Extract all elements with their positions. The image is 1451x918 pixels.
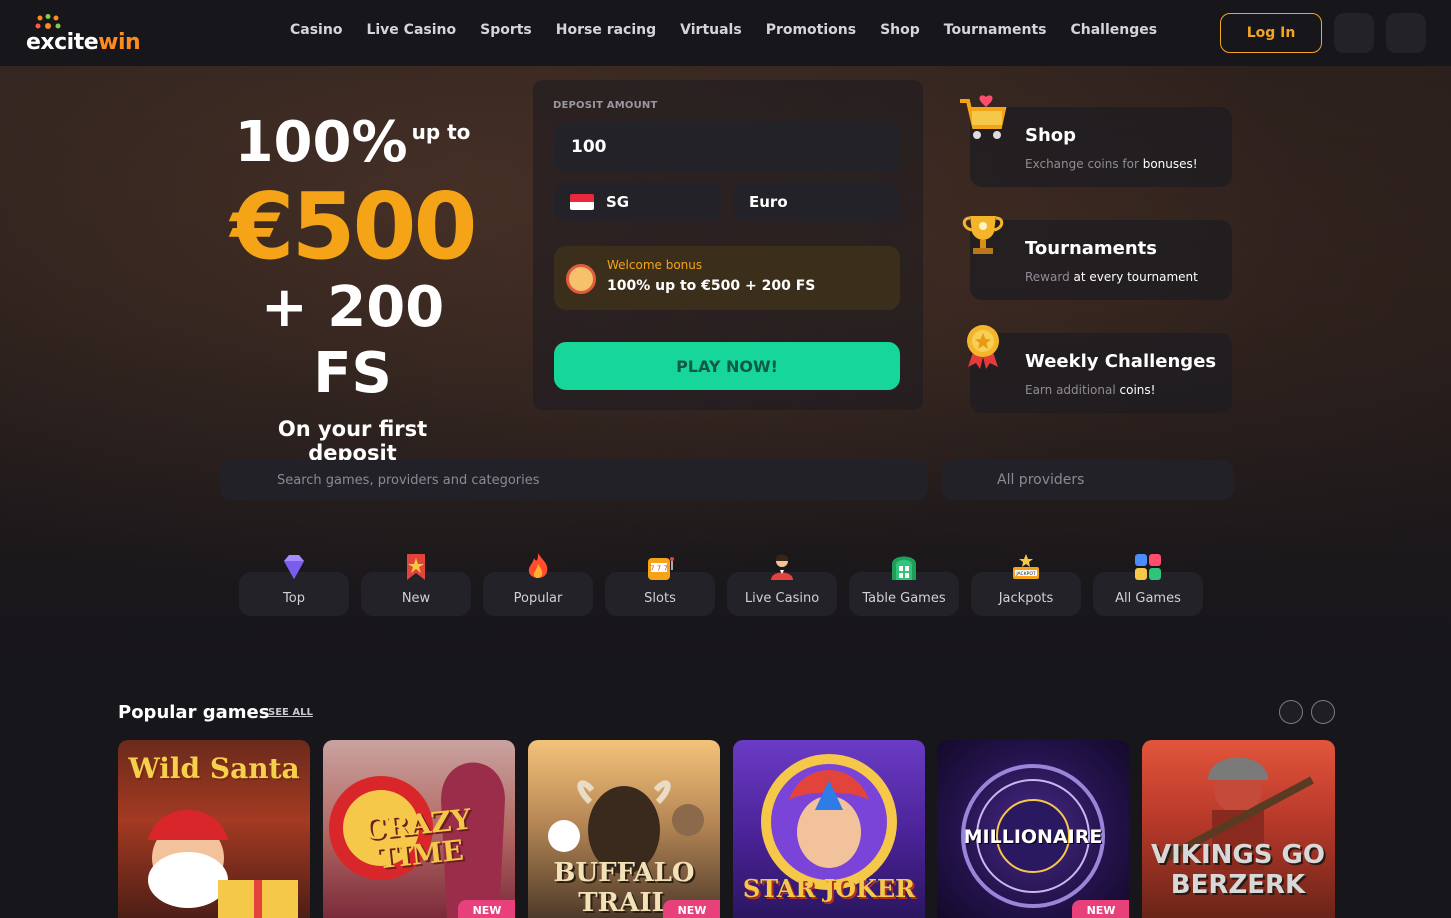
currency-value: Euro xyxy=(749,193,788,211)
grid-icon xyxy=(1135,554,1161,580)
trophy-icon xyxy=(962,216,1004,254)
game-card-wild-santa[interactable]: Wild Santa xyxy=(118,740,310,918)
singapore-flag-icon xyxy=(570,194,594,210)
country-select[interactable]: SG xyxy=(554,182,721,222)
category-jackpots[interactable]: JACKPOT Jackpots xyxy=(971,554,1081,616)
game-card-millionaire[interactable]: MILLIONAIRE NEW xyxy=(937,740,1129,918)
category-table-games[interactable]: Table Games xyxy=(849,556,959,616)
nav-promotions[interactable]: Promotions xyxy=(766,22,856,38)
bonus-wheel-icon xyxy=(566,264,596,294)
header-menu-button[interactable] xyxy=(1386,13,1426,53)
deposit-panel: DEPOSIT AMOUNT SG Euro Welcome bonus 100… xyxy=(533,80,923,410)
medal-icon xyxy=(967,325,999,369)
category-label: Table Games xyxy=(862,591,946,606)
header-action-button[interactable] xyxy=(1334,13,1374,53)
nav-challenges[interactable]: Challenges xyxy=(1070,22,1157,38)
game-search-input[interactable] xyxy=(220,460,928,500)
game-card-buffalo-trail[interactable]: BUFFALO TRAIL NEW xyxy=(528,740,720,918)
currency-select[interactable]: Euro xyxy=(733,182,900,222)
diamond-icon xyxy=(284,555,304,579)
hero-free-spins: + 200 FS xyxy=(260,275,445,406)
play-now-button[interactable]: PLAY NOW! xyxy=(554,342,900,390)
bonus-text: 100% up to €500 + 200 FS xyxy=(607,278,816,294)
nav-shop[interactable]: Shop xyxy=(880,22,920,38)
category-live-casino[interactable]: Live Casino xyxy=(727,554,837,616)
category-label: All Games xyxy=(1115,591,1181,606)
nav-casino[interactable]: Casino xyxy=(290,22,342,38)
category-slots[interactable]: 7 7 7 Slots xyxy=(605,557,715,616)
see-all-link[interactable]: SEE ALL xyxy=(268,707,313,718)
dealer-icon xyxy=(771,554,793,580)
game-card-crazy-time[interactable]: CRAZY TIME NEW xyxy=(323,740,515,918)
svg-text:JACKPOT: JACKPOT xyxy=(1015,571,1036,577)
category-label: Slots xyxy=(644,591,676,606)
ribbon-icon xyxy=(407,554,425,580)
new-badge: NEW xyxy=(663,900,720,918)
deposit-amount-input[interactable] xyxy=(554,122,900,172)
logo[interactable]: excitewin xyxy=(26,14,156,58)
table-icon xyxy=(892,556,916,580)
jackpot-icon: JACKPOT xyxy=(1013,554,1039,579)
category-new[interactable]: New xyxy=(361,554,471,616)
bonus-label: Welcome bonus xyxy=(607,258,703,272)
category-popular[interactable]: Popular xyxy=(483,553,593,616)
promo-card-shop[interactable]: Shop Exchange coins for bonuses! xyxy=(960,95,1232,187)
game-title: VIKINGS GO BERZERK xyxy=(1151,840,1325,900)
category-all-games[interactable]: All Games xyxy=(1093,554,1203,616)
category-label: Jackpots xyxy=(998,591,1054,606)
promo-title: Weekly Challenges xyxy=(1025,351,1217,372)
category-top[interactable]: Top xyxy=(239,555,349,616)
main-nav: Casino Live Casino Sports Horse racing V… xyxy=(290,22,1157,38)
new-badge: NEW xyxy=(1072,900,1129,918)
game-card-vikings-go-berzerk[interactable]: VIKINGS GO BERZERK xyxy=(1142,740,1335,918)
slot-machine-icon: 7 7 7 xyxy=(648,557,674,580)
hero-percent: 100% up to xyxy=(234,110,471,175)
deposit-amount-label: DEPOSIT AMOUNT xyxy=(553,100,658,111)
hero-offer: 100% up to €500 + 200 FS On your first de… xyxy=(230,110,477,465)
providers-select[interactable]: All providers xyxy=(942,460,1234,500)
nav-tournaments[interactable]: Tournaments xyxy=(944,22,1047,38)
promo-card-tournaments[interactable]: Tournaments Reward at every tournament xyxy=(962,216,1232,300)
nav-live-casino[interactable]: Live Casino xyxy=(366,22,456,38)
game-title: MILLIONAIRE xyxy=(963,826,1103,848)
promo-title: Tournaments xyxy=(1025,238,1158,259)
svg-text:7 7 7: 7 7 7 xyxy=(650,565,668,573)
game-card-star-joker[interactable]: STAR JOKER xyxy=(733,740,925,918)
nav-horse-racing[interactable]: Horse racing xyxy=(556,22,656,38)
nav-sports[interactable]: Sports xyxy=(480,22,532,38)
category-label: Popular xyxy=(513,591,563,606)
login-button[interactable]: Log In xyxy=(1220,13,1322,53)
game-title: STAR JOKER xyxy=(742,874,916,903)
logo-text: excitewin xyxy=(26,30,141,55)
game-title: Wild Santa xyxy=(128,752,300,785)
nav-virtuals[interactable]: Virtuals xyxy=(680,22,742,38)
promo-card-weekly-challenges[interactable]: Weekly Challenges Earn additional coins! xyxy=(967,325,1232,413)
category-label: Live Casino xyxy=(744,591,820,606)
country-value: SG xyxy=(606,193,630,211)
promo-desc: Exchange coins for bonuses! xyxy=(1025,157,1198,171)
new-badge: NEW xyxy=(458,900,515,918)
carousel-prev-button[interactable] xyxy=(1279,700,1303,724)
category-label: New xyxy=(401,591,431,606)
hero-subtitle: On your first deposit xyxy=(277,417,428,465)
hero-amount: €500 xyxy=(230,173,477,280)
fire-icon xyxy=(528,553,548,578)
header: excitewin Casino Live Casino Sports Hors… xyxy=(0,0,1451,66)
welcome-bonus-box[interactable]: Welcome bonus 100% up to €500 + 200 FS xyxy=(554,246,900,310)
promo-title: Shop xyxy=(1025,125,1077,146)
popular-games-title: Popular games xyxy=(118,702,270,723)
category-label: Top xyxy=(283,591,305,606)
carousel-next-button[interactable] xyxy=(1311,700,1335,724)
promo-desc: Reward at every tournament xyxy=(1025,270,1198,284)
shopping-cart-icon xyxy=(960,95,1007,139)
promo-desc: Earn additional coins! xyxy=(1025,383,1156,397)
